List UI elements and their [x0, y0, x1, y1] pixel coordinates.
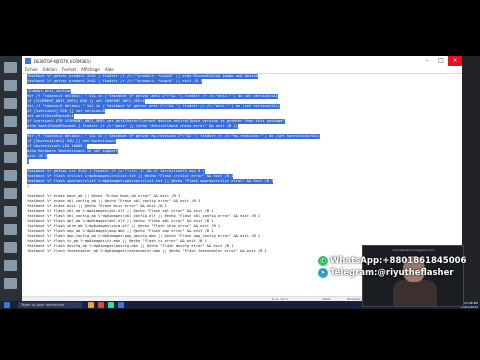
- whatsapp-icon: ✆: [318, 256, 328, 266]
- code-line-text: fastboot %* flash featenabler_ab %~dp0im…: [27, 249, 267, 253]
- app-icon[interactable]: [98, 302, 104, 308]
- desktop-icon[interactable]: [4, 62, 17, 73]
- code-line-text: fastboot %* flash devcfg_ab %~dp0images\…: [27, 244, 234, 248]
- person-body: [393, 280, 437, 306]
- telegram-line: ➤ Telegram:@riyutheflasher: [318, 267, 478, 279]
- menu-format[interactable]: Format: [62, 67, 76, 72]
- whatsapp-text: WhatsApp:+8801861845006: [330, 256, 467, 266]
- code-line-text: ): [27, 159, 30, 164]
- webcam-caption: Unlockandroid.blogspot.com: [391, 248, 435, 252]
- code-line-text: fastboot %* flash abl_ab %~dp0images\abl…: [27, 219, 214, 223]
- top-strip: [0, 47, 480, 56]
- desktop-icon[interactable]: [4, 116, 17, 127]
- menu-edit[interactable]: Edition: [43, 67, 57, 72]
- code-line-text: echo %antiCheckPassed% | findstr /r /c:"…: [27, 124, 238, 129]
- menu-view[interactable]: Affichage: [81, 67, 100, 72]
- code-line-text: fastboot %* flash xbl_ab %~dp0images\xbl…: [27, 209, 214, 213]
- folder-icon[interactable]: [88, 302, 94, 308]
- code-line-text: fastboot %* erase boot_ab || @echo "Eras…: [27, 194, 181, 198]
- desktop-icon[interactable]: [4, 188, 17, 199]
- notepad-icon: [25, 58, 31, 64]
- code-line-text: fastboot %* flash aop_config_ab %~dp0ima…: [27, 234, 261, 238]
- menu-help[interactable]: Aide: [105, 67, 114, 72]
- telegram-text: Telegram:@riyutheflasher: [330, 268, 454, 278]
- contact-overlay: ✆ WhatsApp:+8801861845006 ➤ Telegram:@ri…: [318, 255, 478, 279]
- app-icon[interactable]: [108, 302, 114, 308]
- menu-file[interactable]: Fichier: [25, 67, 38, 72]
- desktop-icon[interactable]: [4, 80, 17, 91]
- code-line-text: fastboot %* erase xbl_config_ab || @echo…: [27, 199, 201, 203]
- desktop-icon[interactable]: [4, 134, 17, 145]
- minimize-button[interactable]: –: [420, 56, 434, 66]
- desktop-icon[interactable]: [4, 98, 17, 109]
- desktop-icons-column: [0, 56, 22, 309]
- close-button[interactable]: ×: [448, 56, 462, 66]
- desktop-icon[interactable]: [4, 224, 17, 235]
- code-line-text: fastboot %* flash sparsecrclist %~dp0ima…: [27, 179, 274, 184]
- code-line-text: ): [27, 184, 30, 188]
- code-line-text: fastboot %* flash tz_ab %~dp0images\tz.m…: [27, 239, 207, 243]
- desktop-icon[interactable]: [4, 170, 17, 181]
- whatsapp-line: ✆ WhatsApp:+8801861845006: [318, 255, 478, 267]
- desktop-icon[interactable]: [4, 242, 17, 253]
- code-line-text: fastboot %* flash shrm_ab %~dp0images\sh…: [27, 224, 221, 228]
- app-icon[interactable]: [118, 302, 124, 308]
- window-titlebar[interactable]: DESKTOP-NJFDTK (ICRM3B1) – □ ×: [22, 56, 462, 66]
- telegram-icon: ➤: [318, 268, 328, 278]
- desktop-icon[interactable]: [4, 152, 17, 163]
- desktop-icon[interactable]: [4, 260, 17, 271]
- taskbar-search[interactable]: Taper ici pour rechercher: [18, 302, 82, 308]
- desktop-icon[interactable]: [4, 206, 17, 217]
- start-icon[interactable]: [4, 302, 10, 308]
- code-line-text: fastboot %* getvar product 2>&1 | findst…: [27, 79, 203, 84]
- code-line-text: fastboot %* flash aop_ab %~dp0images\aop…: [27, 229, 214, 233]
- code-line-text: fastboot %* flash xbl_config_ab %~dp0ima…: [27, 214, 261, 218]
- code-line-text: exit /B 1: [27, 154, 47, 159]
- code-line-text: fastboot %* erase misc || @echo "Erase m…: [27, 204, 167, 208]
- maximize-button[interactable]: □: [434, 56, 448, 66]
- menu-bar: Fichier Edition Format Affichage Aide: [22, 66, 462, 74]
- desktop-icon[interactable]: [4, 278, 17, 289]
- window-title: DESKTOP-NJFDTK (ICRM3B1): [34, 58, 91, 64]
